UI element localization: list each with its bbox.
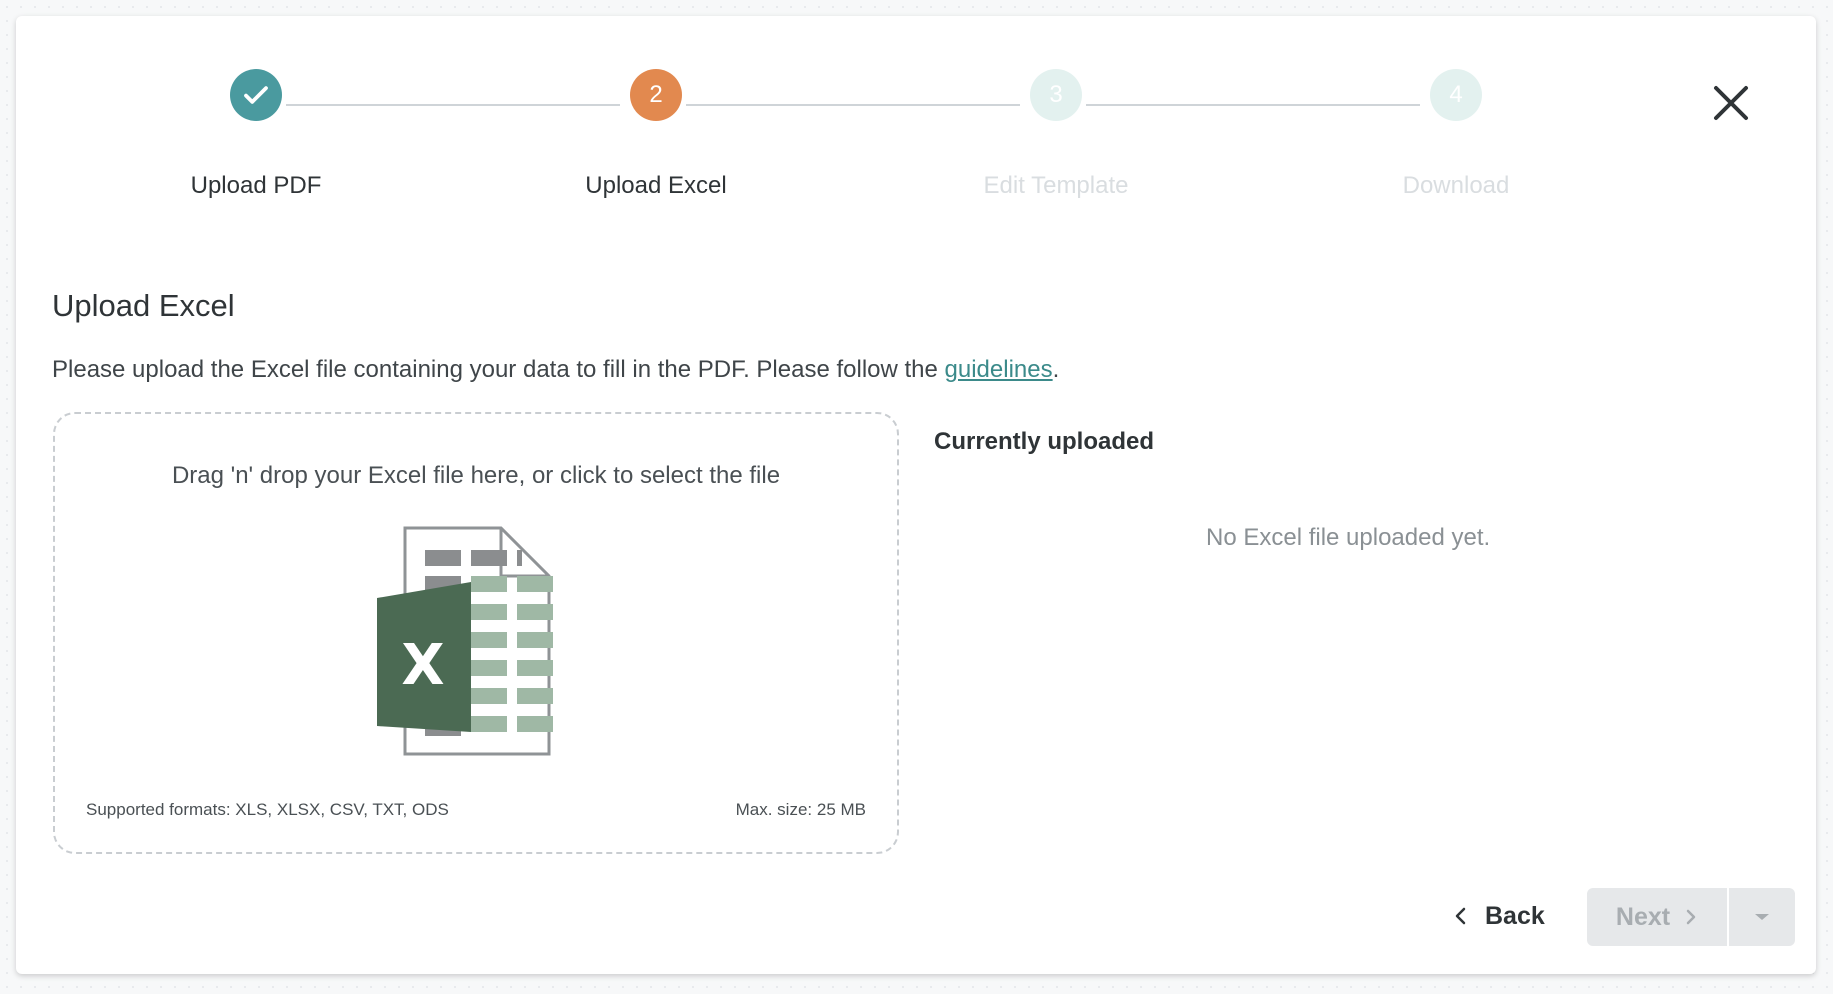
empty-uploaded-message: No Excel file uploaded yet.: [1206, 524, 1491, 551]
step-connector: [686, 104, 1020, 106]
page-description: Please upload the Excel file containing …: [52, 356, 1059, 384]
guidelines-link[interactable]: guidelines: [945, 356, 1053, 383]
excel-file-icon: X: [377, 526, 553, 756]
dropzone-prompt: Drag 'n' drop your Excel file here, or c…: [171, 462, 781, 489]
next-label: Next: [1615, 902, 1671, 931]
description-text: Please upload the Excel file containing …: [52, 356, 945, 383]
step-4-disabled-circle: 4: [1430, 69, 1482, 121]
currently-uploaded-title: Currently uploaded: [934, 428, 1155, 455]
step-connector: [1086, 104, 1420, 106]
chevron-right-icon: [1686, 909, 1696, 925]
step-1-label: Upload PDF: [190, 172, 322, 199]
next-button[interactable]: Next: [1587, 888, 1729, 946]
chevron-left-icon: [1455, 907, 1466, 925]
next-dropdown-button[interactable]: [1729, 888, 1795, 946]
step-2-label: Upload Excel: [585, 172, 727, 199]
upload-modal: 2 3 4 Upload PDF Upload Excel Edit Templ…: [16, 16, 1816, 974]
page-title: Upload Excel: [52, 288, 235, 323]
excel-dropzone[interactable]: Drag 'n' drop your Excel file here, or c…: [53, 412, 899, 854]
next-button-group: Next: [1587, 888, 1795, 946]
step-3-number: 3: [1049, 81, 1063, 108]
back-button[interactable]: Back: [1453, 888, 1573, 944]
step-3-label: Edit Template: [983, 172, 1129, 199]
step-4-label: Download: [1402, 172, 1510, 199]
step-4-number: 4: [1449, 81, 1463, 108]
step-2-number: 2: [649, 81, 663, 108]
max-size: Max. size: 25 MB: [735, 800, 866, 819]
step-1-completed-circle[interactable]: [230, 69, 282, 121]
caret-down-icon: [1755, 914, 1769, 920]
step-2-active-circle: 2: [630, 69, 682, 121]
step-connector: [286, 104, 620, 106]
supported-formats: Supported formats: XLS, XLSX, CSV, TXT, …: [86, 800, 449, 819]
check-icon: [244, 86, 268, 104]
description-suffix: .: [1052, 356, 1060, 383]
back-label: Back: [1485, 901, 1545, 930]
step-3-disabled-circle: 3: [1030, 69, 1082, 121]
close-icon: [1714, 86, 1748, 120]
svg-text:X: X: [401, 633, 444, 698]
close-button[interactable]: [1706, 78, 1756, 128]
